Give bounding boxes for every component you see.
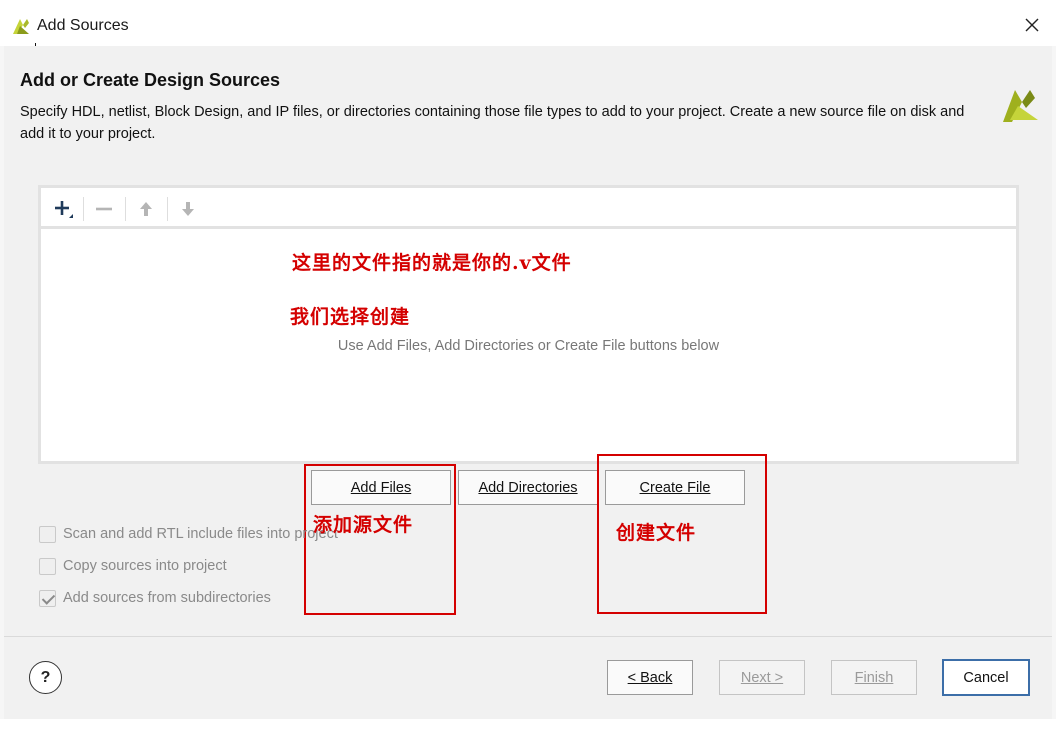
annotation-v-file-note: 这里的文件指的就是你的.v文件 xyxy=(292,252,572,274)
finish-label: Finish xyxy=(854,669,894,686)
vivado-logo-icon xyxy=(13,19,29,34)
option-copy-sources[interactable]: Copy sources into project xyxy=(39,556,227,576)
back-button[interactable]: < Back xyxy=(607,660,693,695)
source-file-list-panel: Use Add Files, Add Directories or Create… xyxy=(38,185,1019,464)
window-bottom-edge xyxy=(0,719,1056,731)
toolbar-separator xyxy=(125,197,126,221)
cancel-label: Cancel xyxy=(963,669,1009,686)
next-label: Next > xyxy=(740,669,784,686)
move-down-icon[interactable] xyxy=(175,196,201,222)
copy-sources-checkbox[interactable] xyxy=(39,557,56,575)
add-directories-label: Add Directories xyxy=(478,479,578,496)
page-description: Specify HDL, netlist, Block Design, and … xyxy=(20,104,965,142)
list-toolbar xyxy=(41,188,1016,229)
annotation-create-file: 创建文件 xyxy=(616,522,697,544)
back-label: < Back xyxy=(627,669,673,686)
vivado-logo-icon xyxy=(1003,90,1038,122)
remove-icon[interactable] xyxy=(91,196,117,222)
add-subdirs-label: Add sources from subdirectories xyxy=(63,590,271,606)
cancel-button[interactable]: Cancel xyxy=(942,659,1030,696)
copy-sources-label: Copy sources into project xyxy=(63,558,227,574)
help-button[interactable]: ? xyxy=(29,661,62,694)
option-add-subdirs[interactable]: Add sources from subdirectories xyxy=(39,588,271,608)
close-icon[interactable] xyxy=(1022,15,1042,35)
title-bar: Add Sources xyxy=(0,0,1056,46)
annotation-add-source-file: 添加源文件 xyxy=(313,514,414,536)
annotation-choose-create: 我们选择创建 xyxy=(290,306,411,328)
add-icon[interactable] xyxy=(50,196,76,222)
option-scan-rtl[interactable]: Scan and add RTL include files into proj… xyxy=(39,524,338,544)
toolbar-separator xyxy=(83,197,84,221)
finish-button[interactable]: Finish xyxy=(831,660,917,695)
page-title: Add or Create Design Sources xyxy=(20,70,281,90)
add-subdirs-checkbox[interactable] xyxy=(39,589,56,607)
window-title: Add Sources xyxy=(37,17,129,34)
source-file-list[interactable]: Use Add Files, Add Directories or Create… xyxy=(41,188,1016,461)
next-button[interactable]: Next > xyxy=(719,660,805,695)
toolbar-separator xyxy=(167,197,168,221)
scan-rtl-label: Scan and add RTL include files into proj… xyxy=(63,526,338,542)
window-right-edge xyxy=(1052,0,1056,731)
add-directories-button[interactable]: Add Directories xyxy=(458,470,598,505)
move-up-icon[interactable] xyxy=(133,196,159,222)
empty-list-hint: Use Add Files, Add Directories or Create… xyxy=(337,338,720,354)
scan-rtl-checkbox[interactable] xyxy=(39,525,56,543)
